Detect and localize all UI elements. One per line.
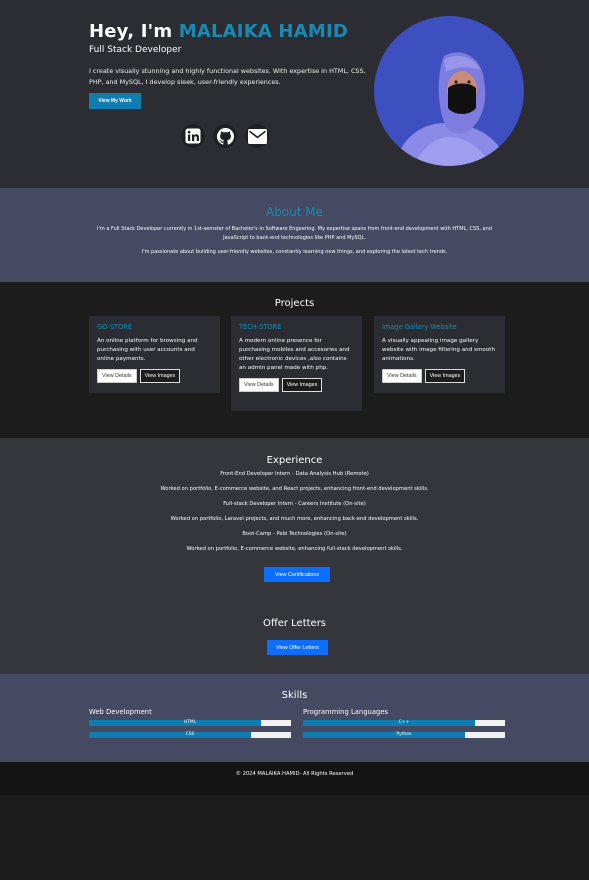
project-description: A visually appealing image gallery websi…	[382, 338, 495, 362]
view-offer-letters-button[interactable]: View Offer Letters	[267, 640, 328, 655]
view-details-button[interactable]: View Details	[382, 369, 422, 383]
projects-section: Projects GO-STORE An online platform for…	[0, 282, 589, 438]
view-images-button[interactable]: View Images	[424, 369, 466, 383]
project-title: GO-STORE	[97, 323, 133, 331]
view-images-button[interactable]: View Images	[139, 369, 181, 383]
offer-letters-title: Offer Letters	[262, 618, 327, 629]
project-card-go-store: GO-STORE An online platform for browsing…	[89, 316, 220, 393]
profile-avatar	[374, 16, 524, 166]
linkedin-link[interactable]	[181, 124, 205, 148]
experience-role-3: Boot-Camp - Pebi Technologies (On-site)	[242, 531, 347, 537]
skill-bar-python: Python	[303, 732, 505, 738]
project-description: A modern online presence for purchasing …	[239, 338, 350, 371]
hero-heading: Hey, I'm MALAIKA HAMID	[89, 21, 348, 42]
about-title: About Me	[265, 205, 324, 219]
programming-languages-title: Programming Languages	[303, 708, 389, 716]
hero-name: MALAIKA HAMID	[178, 21, 348, 42]
footer: © 2024 MALAIKA HAMID- All Rights Reserve…	[0, 762, 589, 795]
experience-title: Experience	[266, 455, 323, 466]
project-title: TECH-STORE	[239, 323, 282, 331]
hero-intro: I create visually stunning and highly fu…	[89, 67, 366, 86]
about-section: About Me I'm a Full Stack Developer curr…	[0, 188, 589, 282]
project-card-image-gallery: Image Gallery Website A visually appeali…	[374, 316, 505, 393]
experience-role-2: Full-stack Developer Intern - Careers In…	[223, 501, 366, 507]
skills-section: Skills Web Development Programming Langu…	[0, 674, 589, 762]
project-description: An online platform for browsing and purc…	[97, 338, 198, 362]
skill-bar-css: CSS	[89, 732, 291, 738]
skill-bar-cpp: C++	[303, 720, 505, 726]
github-link[interactable]	[213, 124, 237, 148]
about-paragraph-2: I'm passionate about building user-frien…	[141, 249, 448, 255]
web-development-title: Web Development	[89, 708, 152, 716]
project-title: Image Gallery Website	[382, 323, 457, 331]
linkedin-icon	[185, 128, 201, 144]
about-paragraph-1: I'm a Full Stack Developer currently in …	[97, 226, 492, 241]
skill-label: C++	[398, 720, 410, 725]
experience-desc-3: Worked on portfolio, E-commerce website,…	[186, 546, 403, 552]
view-my-work-button[interactable]: View My Work	[89, 93, 141, 109]
experience-section: Experience Front-End Developer Intern - …	[0, 438, 589, 674]
skill-label: CSS	[185, 732, 195, 737]
view-certifications-button[interactable]: View Certifications	[264, 567, 330, 582]
hero-role: Full Stack Developer	[89, 45, 182, 55]
skill-label: Python	[396, 732, 412, 737]
copyright-text: © 2024 MALAIKA HAMID- All Rights Reserve…	[235, 771, 354, 777]
experience-role-1: Front-End Developer Intern - Data Analys…	[220, 471, 369, 477]
project-card-tech-store: TECH-STORE A modern online presence for …	[231, 316, 362, 411]
greeting-text: Hey, I'm	[89, 21, 173, 42]
view-details-button[interactable]: View Details	[239, 378, 279, 392]
github-icon	[216, 127, 234, 145]
skills-title: Skills	[281, 690, 308, 701]
experience-desc-1: Worked on portfolio, E-commerce website,…	[160, 486, 429, 492]
view-details-button[interactable]: View Details	[97, 369, 137, 383]
hero-section: Hey, I'm MALAIKA HAMID Full Stack Develo…	[0, 0, 589, 188]
envelope-icon	[247, 128, 267, 144]
projects-title: Projects	[274, 298, 315, 309]
skill-bar-html: HTML	[89, 720, 291, 726]
experience-desc-2: Worked on portfolio, Laravel projects, a…	[170, 516, 419, 522]
skill-label: HTML	[183, 720, 197, 725]
email-link[interactable]	[245, 124, 269, 148]
view-images-button[interactable]: View Images	[281, 378, 323, 392]
